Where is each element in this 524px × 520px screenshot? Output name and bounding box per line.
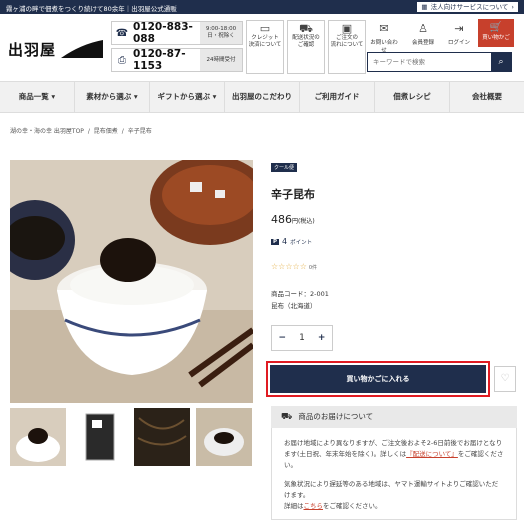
nav-by-gift[interactable]: ギフトから選ぶ ▾ — [150, 82, 225, 112]
nav-commitment[interactable]: 出羽屋のこだわり — [225, 82, 300, 112]
delivery-text-3b: をご確認ください。 — [323, 502, 382, 510]
price-value: 486 — [271, 213, 292, 226]
search-input[interactable] — [368, 53, 491, 71]
register-link[interactable]: ♙ 会員登録 — [408, 22, 438, 46]
delivery-line1: 配送状況の — [292, 35, 320, 41]
star-icon: ☆☆☆☆☆ — [271, 262, 307, 271]
cart-icon: 🛒 — [489, 22, 503, 33]
points-info: P 4 ポイント — [271, 237, 312, 246]
chevron-right-icon: › — [511, 3, 514, 11]
product-origin: 昆布（北海道） — [271, 302, 317, 310]
fax-hours-time: 24時間受付 — [206, 56, 236, 63]
favorite-button[interactable]: ♡ — [494, 366, 516, 392]
price-suffix: 円(税込) — [292, 218, 315, 225]
cool-delivery-badge: クール便 — [271, 163, 298, 172]
search-button[interactable]: ⌕ — [491, 53, 511, 71]
main-nav: 商品一覧 ▾ 素材から選ぶ ▾ ギフトから選ぶ ▾ 出羽屋のこだわり ご利用ガイ… — [0, 81, 524, 113]
review-count: 0件 — [308, 265, 318, 271]
product-details: 商品コード：2-001 昆布（北海道） — [271, 288, 329, 312]
points-icon: P — [271, 238, 280, 245]
thumbnail-strip — [10, 408, 252, 466]
breadcrumb-category[interactable]: 昆布佃煮 — [94, 128, 118, 135]
add-to-cart-button[interactable]: 買い物かごに入れる — [270, 365, 486, 393]
fax-hours: 24時間受付 — [200, 49, 242, 71]
delivery-paragraph-3: 詳細はこちらをご確認ください。 — [284, 501, 504, 512]
contact-link[interactable]: ✉ お問い合わせ — [369, 22, 399, 54]
delivery-status-link[interactable]: ⛟ 配送状況の ご確認 — [287, 20, 325, 74]
credit-payment-link[interactable]: ▭ クレジット 決済について — [246, 20, 284, 74]
phone-contact[interactable]: ☎ 0120-883-088 9:00-18:00 日・祝除く — [111, 21, 243, 45]
site-logo[interactable]: 出羽屋 — [8, 38, 105, 60]
fax-icon: ⎙ — [118, 54, 126, 66]
delivery-title: 商品のお届けについて — [298, 412, 374, 421]
breadcrumb-sep: / — [121, 128, 124, 135]
thumbnail-2[interactable] — [72, 408, 128, 466]
delivery-paragraph-1: お届け地域により異なりますが、ご注文後およそ2-6日前後でお届けとなります(土日… — [284, 438, 504, 471]
breadcrumb-sep: / — [87, 128, 90, 135]
box-icon: ▣ — [341, 22, 353, 35]
breadcrumb: 湖の幸・海の幸 出羽屋TOP / 昆布佃煮 / 辛子昆布 — [10, 126, 154, 135]
thumbnail-3[interactable] — [134, 408, 190, 466]
product-code: 商品コード：2-001 — [271, 290, 329, 298]
product-price: 486円(税込) — [271, 213, 315, 226]
user-icon: ♙ — [418, 22, 428, 35]
logo-text: 出羽屋 — [8, 40, 57, 59]
details-link[interactable]: こちら — [304, 502, 324, 510]
breadcrumb-home[interactable]: 湖の幸・海の幸 出羽屋TOP — [10, 128, 84, 135]
thumbnail-4[interactable] — [196, 408, 252, 466]
phone-hours-time: 9:00-18:00 — [205, 26, 237, 32]
register-label: 会員登録 — [411, 40, 434, 46]
nav-company[interactable]: 会社概要 — [450, 82, 524, 112]
nav-products[interactable]: 商品一覧 ▾ — [0, 82, 75, 112]
truck-icon: ⛟ — [299, 22, 313, 35]
points-unit: ポイント — [290, 239, 313, 246]
truck-icon: ⛟ — [281, 412, 293, 422]
order-flow-link[interactable]: ▣ ご注文の 流れについて — [328, 20, 366, 74]
cart-label: 買い物かご — [482, 35, 510, 41]
cart-button[interactable]: 🛒 買い物かご — [478, 19, 514, 47]
building-icon: ▦ — [421, 3, 428, 11]
top-announcement-bar: 霧ヶ浦の畔で佃煮をつくり続けて80余年｜出羽屋公式通販 ▦ 法人向けサービスにつ… — [0, 0, 524, 14]
thumbnail-1[interactable] — [10, 408, 66, 466]
delivery-accordion-header[interactable]: ⛟ 商品のお届けについて — [271, 406, 517, 428]
qty-minus-button[interactable]: − — [279, 333, 287, 343]
rating-stars[interactable]: ☆☆☆☆☆ 0件 — [271, 262, 317, 271]
announcement-text: 霧ヶ浦の畔で佃煮をつくり続けて80余年｜出羽屋公式通販 — [6, 5, 177, 13]
order-line1: ご注文の — [335, 35, 358, 41]
boat-logo-icon — [61, 40, 104, 58]
delivery-info: お届け地域により異なりますが、ご注文後およそ2-6日前後でお届けとなります(土日… — [271, 428, 517, 520]
shipping-info-link[interactable]: 『配送について』 — [406, 450, 458, 458]
delivery-text-3a: 詳細は — [284, 502, 304, 510]
corporate-services-label: 法人向けサービスについて — [430, 3, 509, 11]
order-line2: 流れについて — [330, 42, 364, 48]
search-bar: ⌕ — [367, 52, 512, 72]
breadcrumb-current: 辛子昆布 — [127, 128, 152, 135]
product-title: 辛子昆布 — [271, 188, 315, 201]
quantity-stepper: − 1 + — [271, 325, 333, 351]
fax-contact[interactable]: ⎙ 0120-87-1153 24時間受付 — [111, 48, 243, 72]
login-link[interactable]: ⇥ ログイン — [444, 22, 474, 46]
login-icon: ⇥ — [454, 22, 464, 35]
delivery-line2: ご確認 — [297, 42, 315, 48]
phone-hours: 9:00-18:00 日・祝除く — [200, 22, 242, 44]
phone-hours-days: 日・祝除く — [207, 33, 235, 39]
search-icon: ⌕ — [498, 57, 504, 67]
mail-icon: ✉ — [379, 22, 389, 35]
delivery-paragraph-2: 気象状況により遅延等のある地域は、ヤマト運輸サイトよりご確認いただけます。 — [284, 480, 499, 499]
login-label: ログイン — [447, 40, 470, 46]
corporate-services-link[interactable]: ▦ 法人向けサービスについて › — [416, 1, 519, 13]
card-icon: ▭ — [259, 22, 271, 35]
points-value: 4 — [282, 237, 288, 246]
credit-line1: クレジット — [251, 35, 279, 41]
heart-icon: ♡ — [500, 373, 510, 384]
qty-plus-button[interactable]: + — [318, 333, 326, 343]
phone-icon: ☎ — [115, 27, 129, 39]
product-main-image[interactable] — [10, 160, 253, 403]
nav-recipes[interactable]: 佃煮レシピ — [375, 82, 450, 112]
nav-by-ingredient[interactable]: 素材から選ぶ ▾ — [75, 82, 150, 112]
qty-value[interactable]: 1 — [299, 333, 305, 343]
nav-guide[interactable]: ご利用ガイド — [300, 82, 375, 112]
credit-line2: 決済について — [248, 42, 282, 48]
